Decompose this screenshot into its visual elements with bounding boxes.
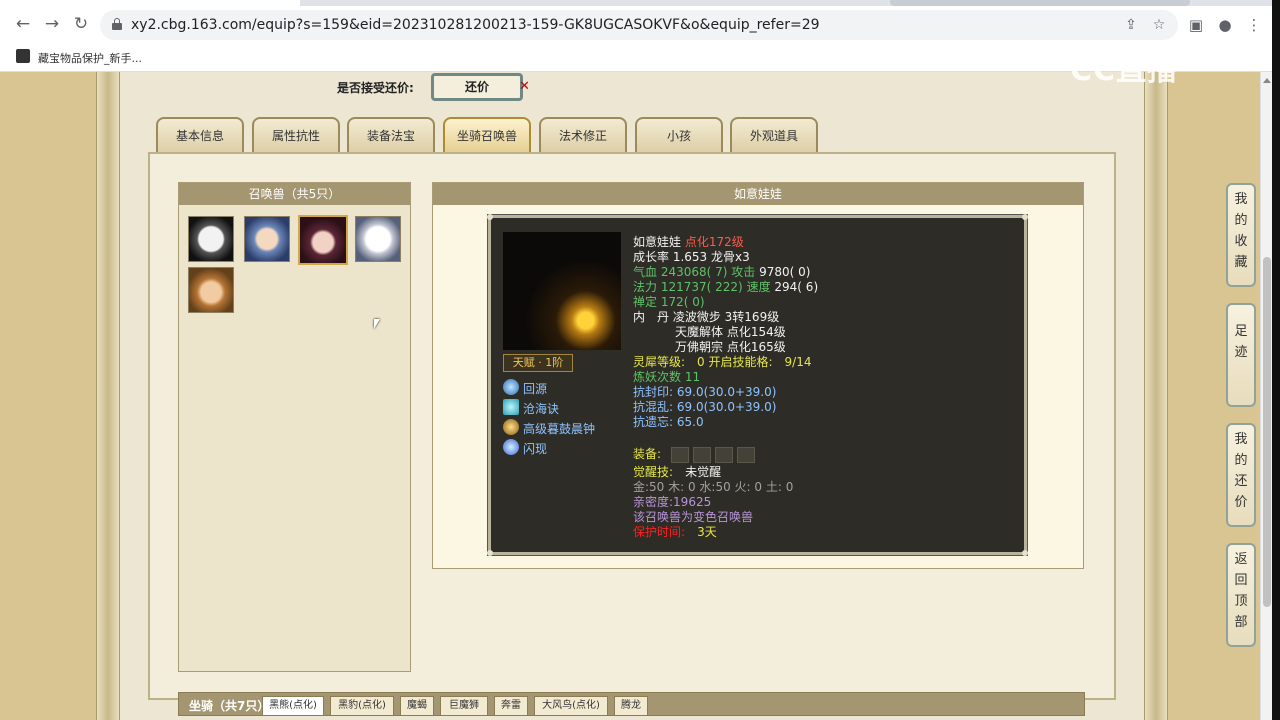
tab-strip xyxy=(0,0,1280,6)
intimacy-value: 亲密度:19625 xyxy=(633,495,712,509)
tab-attributes[interactable]: 属性抗性 xyxy=(252,117,340,153)
mount-tab[interactable]: 黑熊(点化) xyxy=(262,696,324,716)
inner-core-item: 凌波微步 3转169级 xyxy=(672,310,780,324)
mounts-bar: 坐骑（共7只） 黑熊(点化) 黑豹(点化) 魔蝎 巨魔狮 奔雷 大风鸟(点化) … xyxy=(178,692,1085,716)
protect-label: 保护时间: xyxy=(633,525,686,539)
skill-icon xyxy=(503,419,519,435)
summon-thumb[interactable] xyxy=(355,216,401,262)
mount-tab[interactable]: 大风鸟(点化) xyxy=(534,696,608,716)
summon-info-card: 天赋 · 1阶 回源 沧海诀 高级暮鼓晨钟 闪现 如意娃娃 点化172级 成长率… xyxy=(487,214,1028,556)
mount-tab[interactable]: 腾龙 xyxy=(614,696,648,716)
my-offers-button[interactable]: 我的还价 xyxy=(1226,423,1256,527)
summon-thumb[interactable] xyxy=(244,216,290,262)
right-frame-decoration xyxy=(1144,72,1168,720)
resist-chaos: 抗混乱: 69.0(30.0+39.0) xyxy=(633,400,777,414)
screen-edge xyxy=(1272,0,1280,720)
resist-seal: 抗封印: 69.0(30.0+39.0) xyxy=(633,385,777,399)
bookmark-favicon-icon xyxy=(16,49,30,63)
tab-mounts-summons[interactable]: 坐骑召唤兽 xyxy=(443,117,531,153)
tab-appearance[interactable]: 外观道具 xyxy=(730,117,818,153)
scroll-thumb[interactable] xyxy=(1263,257,1271,607)
share-icon[interactable]: ⇪ xyxy=(1122,16,1140,34)
inner-core-item: 天魔解体 点化154级 xyxy=(675,325,786,339)
address-bar[interactable]: xy2.cbg.163.com/equip?s=159&eid=20231028… xyxy=(100,10,1178,40)
skill-icon xyxy=(503,379,519,395)
tab-spell-correction[interactable]: 法术修正 xyxy=(539,117,627,153)
summon-thumb[interactable] xyxy=(188,267,234,313)
url-text[interactable]: xy2.cbg.163.com/equip?s=159&eid=20231028… xyxy=(131,17,820,33)
skill-icon xyxy=(503,439,519,455)
side-nav-label: 我的还价 xyxy=(1234,432,1248,510)
offer-label: 是否接受还价: xyxy=(337,81,414,95)
equip-slot[interactable] xyxy=(715,447,733,463)
mount-tab[interactable]: 奔雷 xyxy=(494,696,528,716)
mp-value: 121737( 222) xyxy=(660,280,743,294)
element-values: 金:50 木: 0 水:50 火: 0 土: 0 xyxy=(633,480,794,494)
summon-level: 点化172级 xyxy=(684,235,744,249)
spirit-level: 灵犀等级: 0 开启技能格: 9/14 xyxy=(633,355,812,369)
mount-tab[interactable]: 黑豹(点化) xyxy=(330,696,394,716)
summon-portrait xyxy=(503,232,621,350)
atk-label: 攻击 xyxy=(731,265,756,279)
side-nav-label: 足迹 xyxy=(1234,324,1248,360)
tab-basic-info[interactable]: 基本信息 xyxy=(156,117,244,153)
profile-icon[interactable]: ● xyxy=(1215,15,1235,35)
close-icon: ✕ xyxy=(519,79,530,94)
bookmark-label[interactable]: 藏宝物品保护_新手... xyxy=(38,50,142,66)
summon-list-header: 召唤兽（共5只） xyxy=(179,183,410,205)
footprint-button[interactable]: 足迹 xyxy=(1226,303,1256,407)
my-favorites-button[interactable]: 我的收藏 xyxy=(1226,183,1256,287)
zen-label: 禅定 xyxy=(633,295,658,309)
hp-label: 气血 xyxy=(633,265,658,279)
page-scrollbar[interactable] xyxy=(1260,72,1272,720)
awaken-value: 未觉醒 xyxy=(685,465,722,479)
equip-slot[interactable] xyxy=(737,447,755,463)
zen-value: 172( 0) xyxy=(660,295,705,309)
equip-slot[interactable] xyxy=(671,447,689,463)
mount-tab[interactable]: 魔蝎 xyxy=(400,696,434,716)
equip-slot[interactable] xyxy=(693,447,711,463)
awaken-label: 觉醒技: xyxy=(633,465,674,479)
star-icon[interactable]: ☆ xyxy=(1150,16,1168,34)
left-frame-decoration xyxy=(96,72,120,720)
hp-value: 243068( 7) xyxy=(660,265,728,279)
tab-equipment[interactable]: 装备法宝 xyxy=(347,117,435,153)
skill-icon xyxy=(503,399,519,415)
mounts-title: 坐骑（共7只） xyxy=(189,699,270,713)
summon-thumb[interactable] xyxy=(188,216,234,262)
spd-value: 294( 6) xyxy=(774,280,819,294)
inner-core-label: 内 丹 xyxy=(633,310,670,324)
protect-value: 3天 xyxy=(697,525,717,539)
side-nav-label: 我的收藏 xyxy=(1234,192,1248,270)
variant-note: 该召唤兽为变色召唤兽 xyxy=(633,510,754,524)
talent-badge: 天赋 · 1阶 xyxy=(503,354,573,372)
side-nav-label: 返回顶部 xyxy=(1234,552,1248,630)
sidebar-icon[interactable]: ▣ xyxy=(1186,15,1206,35)
mouse-cursor-icon xyxy=(374,319,386,329)
summon-thumb-selected[interactable] xyxy=(298,215,348,265)
counter-offer-button[interactable]: 还价 xyxy=(431,73,523,101)
menu-icon[interactable]: ⋮ xyxy=(1244,15,1264,35)
growth-rate: 成长率 1.653 龙骨x3 xyxy=(633,250,750,264)
lock-icon[interactable] xyxy=(112,18,122,30)
resist-forget: 抗遗忘: 65.0 xyxy=(633,415,704,429)
reload-icon[interactable]: ↻ xyxy=(70,13,92,35)
refine-label: 炼妖次数 xyxy=(633,370,682,384)
mp-label: 法力 xyxy=(633,280,658,294)
cc-watermark: CC直播 xyxy=(1070,53,1179,88)
tab-child[interactable]: 小孩 xyxy=(635,117,723,153)
forward-icon[interactable]: → xyxy=(41,13,63,35)
summon-list: 召唤兽（共5只） xyxy=(178,182,411,672)
back-icon[interactable]: ← xyxy=(12,13,34,35)
equip-label: 装备: xyxy=(633,447,662,461)
summon-name: 如意娃娃 xyxy=(633,235,682,249)
inner-core-item: 万佛朝宗 点化165级 xyxy=(675,340,786,354)
refine-value: 11 xyxy=(684,370,701,384)
detail-header: 如意娃娃 xyxy=(433,183,1083,205)
scroll-up-icon[interactable] xyxy=(1263,78,1271,83)
atk-value: 9780( 0) xyxy=(759,265,811,279)
spd-label: 速度 xyxy=(746,280,771,294)
mount-tab[interactable]: 巨魔狮 xyxy=(440,696,488,716)
back-to-top-button[interactable]: 返回顶部 xyxy=(1226,543,1256,647)
